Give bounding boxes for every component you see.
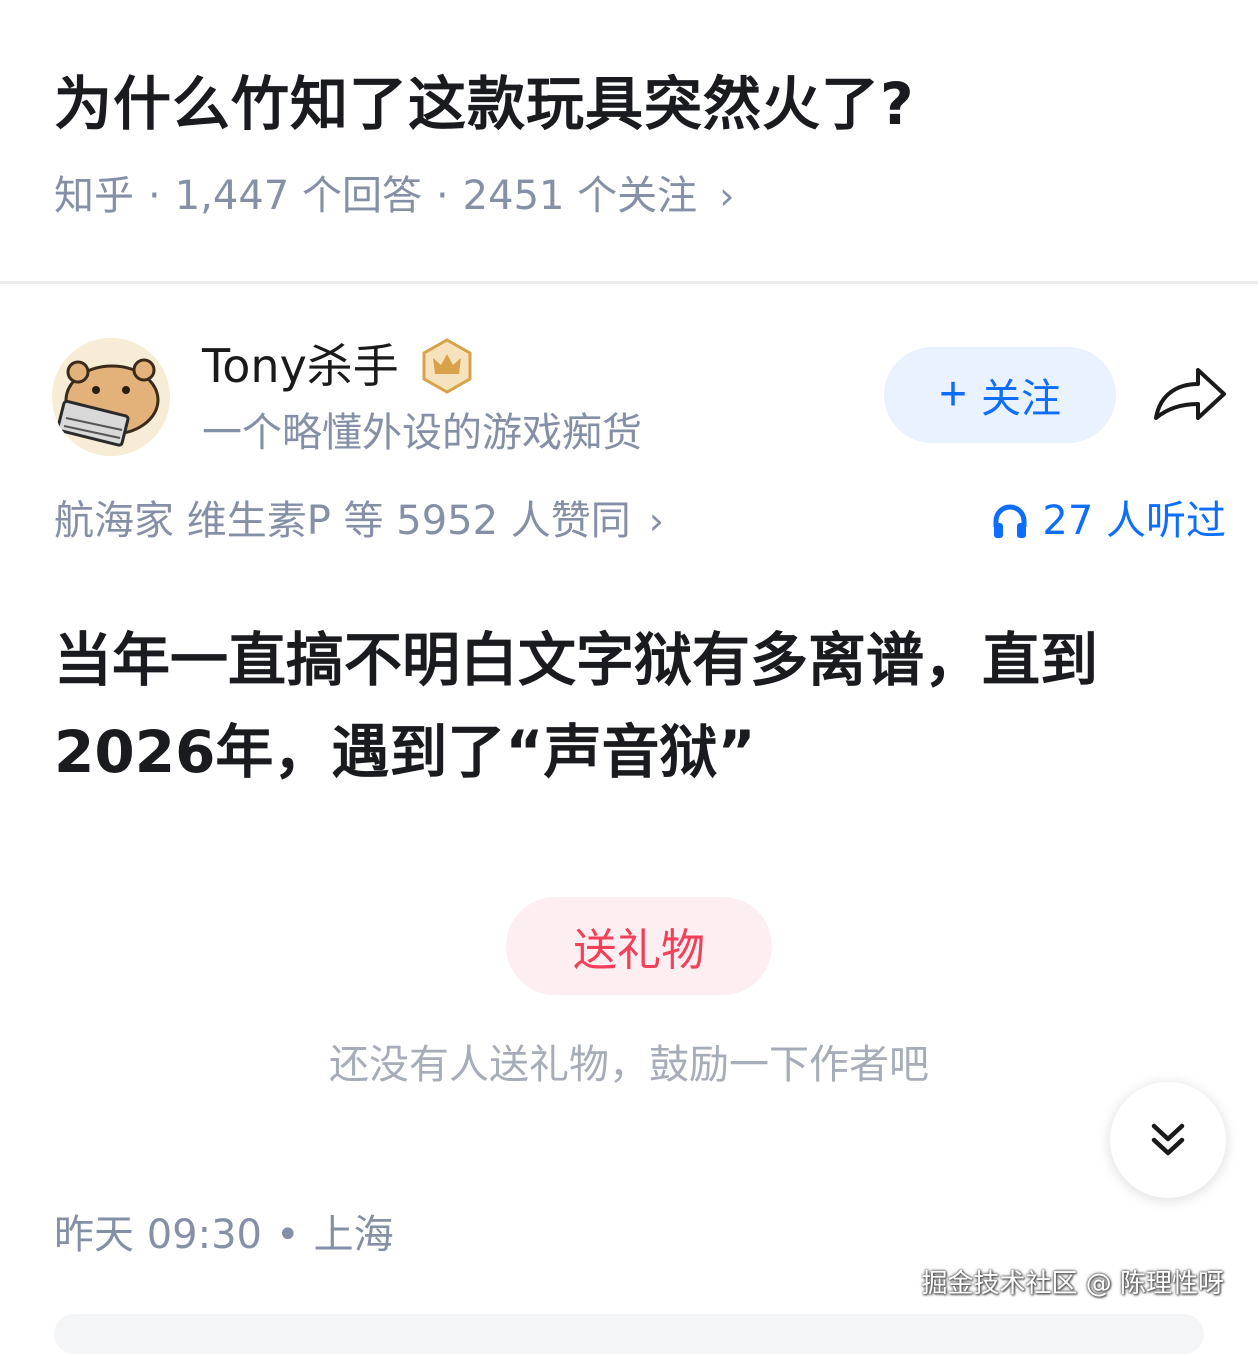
headphones-icon [993,504,1027,538]
author-bio: 一个略懂外设的游戏痴货 [202,410,642,456]
watermark: 掘金技术社区 @ 陈理性呀 [921,1269,1224,1299]
listen-count-text: 27 人听过 [1042,498,1226,544]
author-name[interactable]: Tony杀手 [202,336,473,396]
section-divider [0,281,1258,284]
follow-button[interactable]: + 关注 [884,347,1116,443]
chevron-right-icon: › [719,174,735,218]
avatar[interactable] [52,338,170,456]
post-time-location: 昨天 09:30 • 上海 [54,1208,394,1262]
question-title[interactable]: 为什么竹知了这款玩具突然火了? [54,64,915,144]
plus-icon: + [938,368,968,421]
double-chevron-down-icon [1151,1123,1185,1156]
follower-count: 2451 个关注 [462,173,698,219]
question-meta[interactable]: 知乎 · 1,447 个回答 · 2451 个关注 › [54,170,734,222]
follow-button-label: 关注 [981,377,1062,421]
share-icon[interactable] [1150,364,1228,428]
meta-separator: • [276,1212,300,1258]
chevron-right-icon: › [648,499,664,543]
gift-hint: 还没有人送礼物，鼓励一下作者吧 [329,1042,929,1088]
upvote-summary[interactable]: 航海家 维生素P 等 5952 人赞同 › [54,494,664,548]
answer-content: 当年一直搞不明白文字狱有多离谱，直到2026年，遇到了“声音狱” [54,626,1099,786]
meta-separator: · [435,173,449,219]
answer-count: 1,447 个回答 [174,173,422,219]
post-time: 昨天 09:30 [54,1212,262,1258]
scroll-down-button[interactable] [1110,1082,1226,1198]
author-name-text: Tony杀手 [202,339,399,393]
post-location: 上海 [313,1212,394,1258]
meta-separator: · [148,173,161,219]
upvote-text: 航海家 维生素P 等 5952 人赞同 [54,498,631,544]
question-source: 知乎 [54,173,134,219]
comment-bar-preview[interactable] [54,1314,1204,1354]
listen-count[interactable]: 27 人听过 [990,494,1226,548]
crown-badge-icon [421,338,473,394]
send-gift-button[interactable]: 送礼物 [506,897,772,995]
